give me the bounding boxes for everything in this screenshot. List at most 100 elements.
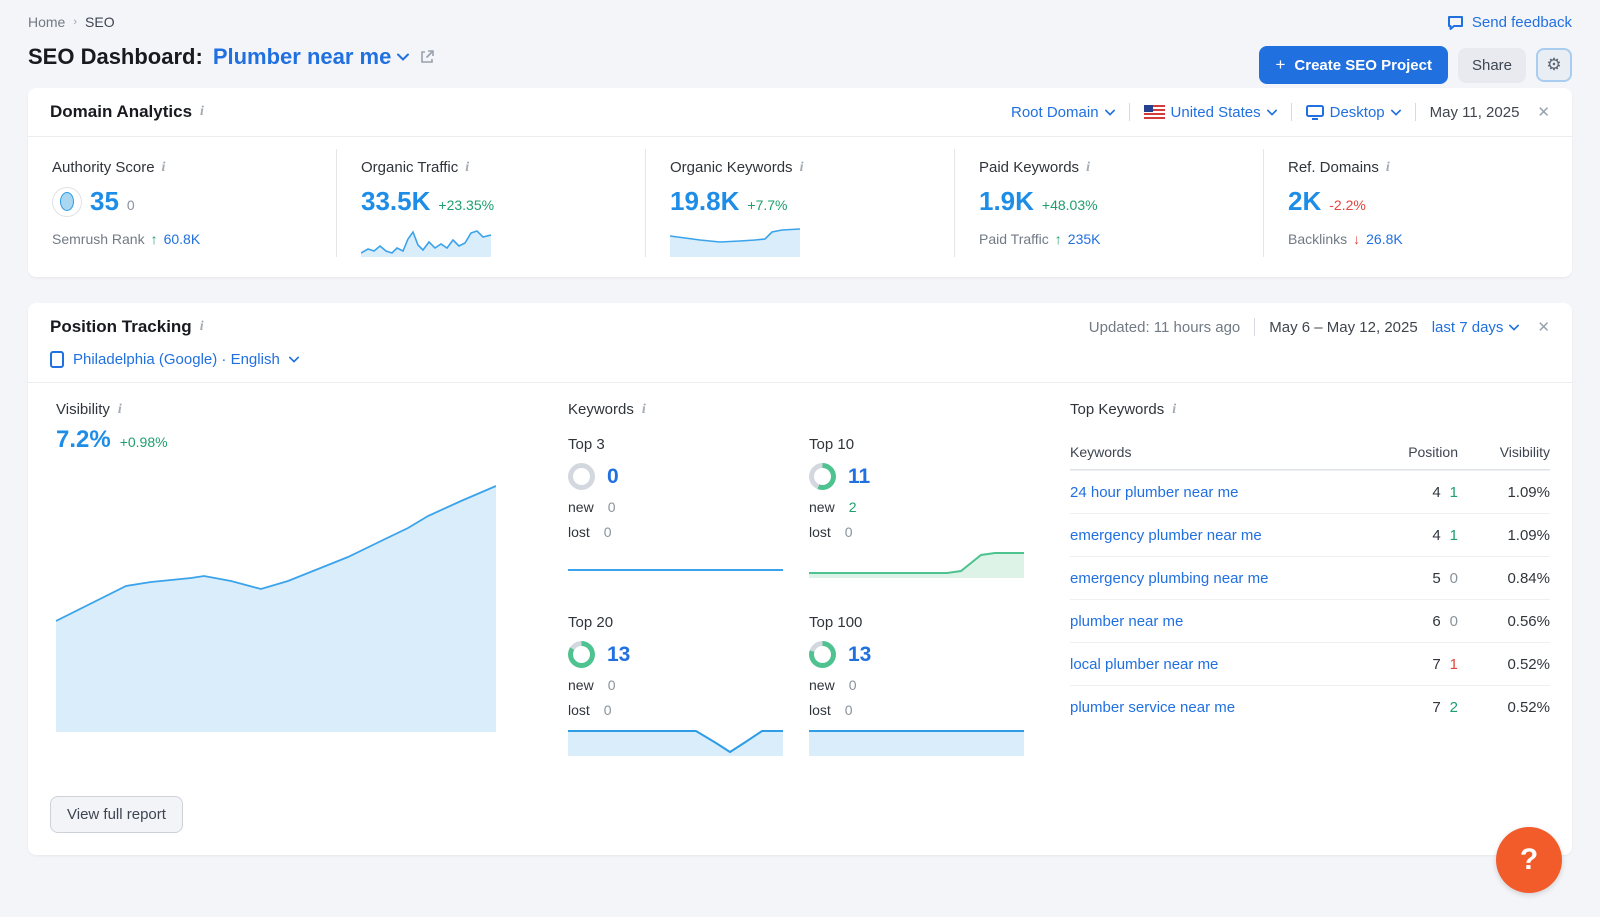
visibility-area-chart <box>56 482 496 732</box>
table-row: emergency plumber near me 41 1.09% <box>1070 513 1550 556</box>
keyword-link[interactable]: emergency plumbing near me <box>1070 570 1268 587</box>
external-link-icon[interactable] <box>419 49 435 65</box>
info-icon[interactable]: i <box>642 402 646 418</box>
table-header: Keywords Position Visibility <box>1070 434 1550 470</box>
project-selector[interactable]: Plumber near me <box>213 44 410 70</box>
chevron-down-icon <box>1509 324 1519 331</box>
bucket-value: 0 <box>607 465 619 489</box>
info-icon[interactable]: i <box>200 104 204 120</box>
desktop-icon <box>1306 105 1324 120</box>
date-range-label: May 6 – May 12, 2025 <box>1269 319 1417 336</box>
info-icon[interactable]: i <box>200 319 204 335</box>
paid-keywords-delta: +48.03% <box>1042 197 1098 213</box>
table-row: plumber service near me 72 0.52% <box>1070 685 1550 728</box>
page-header: Home › SEO Send feedback SEO Dashboard: … <box>0 0 1600 88</box>
gear-icon: ⚙ <box>1546 55 1561 75</box>
keyword-bucket-top3: Top 3 0 new0 lost0 <box>568 436 783 578</box>
date-label: May 11, 2025 <box>1430 104 1520 121</box>
country-select[interactable]: United States <box>1144 104 1277 121</box>
settings-button[interactable]: ⚙ <box>1536 48 1572 82</box>
arrow-up-icon: ↑ <box>151 231 158 247</box>
info-icon[interactable]: i <box>1172 402 1176 418</box>
keyword-link[interactable]: plumber near me <box>1070 613 1183 630</box>
info-icon[interactable]: i <box>1086 160 1090 176</box>
arrow-down-icon: ↓ <box>1353 231 1360 247</box>
view-full-report-button[interactable]: View full report <box>50 796 183 833</box>
metric-organic-traffic: Organic Traffici 33.5K +23.35% <box>336 149 645 257</box>
metric-authority-score: Authority Scorei 35 0 Semrush Rank ↑ 60.… <box>28 149 336 257</box>
table-row: plumber near me 60 0.56% <box>1070 599 1550 642</box>
visibility-section: Visibilityi 7.2% +0.98% <box>56 401 524 756</box>
organic-keywords-sparkline <box>670 225 800 257</box>
paid-keywords-value: 1.9K <box>979 186 1034 217</box>
keywords-section: Keywordsi Top 3 0 new0 lost0 <box>568 401 1026 756</box>
device-select[interactable]: Desktop <box>1306 104 1401 121</box>
authority-value: 35 <box>90 186 119 217</box>
new-count: 0 <box>608 499 616 515</box>
create-seo-project-button[interactable]: + Create SEO Project <box>1259 46 1448 84</box>
metric-ref-domains: Ref. Domainsi 2K -2.2% Backlinks ↓ 26.8K <box>1263 149 1572 257</box>
position-tracking-title: Position Tracking <box>50 317 192 337</box>
authority-sub: 0 <box>127 197 135 213</box>
share-button[interactable]: Share <box>1458 48 1526 83</box>
keyword-link[interactable]: plumber service near me <box>1070 699 1235 716</box>
lost-count: 0 <box>845 702 853 718</box>
help-button[interactable]: ? <box>1496 827 1562 893</box>
organic-traffic-sparkline <box>361 225 491 257</box>
keyword-link[interactable]: local plumber near me <box>1070 656 1218 673</box>
authority-gauge-icon <box>52 187 82 217</box>
question-mark-icon: ? <box>1520 843 1538 877</box>
top10-sparkline <box>809 548 1024 578</box>
info-icon[interactable]: i <box>162 160 166 176</box>
campaign-location-select[interactable]: Philadelphia (Google) · English <box>50 351 1550 368</box>
close-icon[interactable]: ✕ <box>1537 318 1550 336</box>
top-keywords-table: Keywords Position Visibility 24 hour plu… <box>1070 434 1550 728</box>
chevron-down-icon <box>397 53 409 61</box>
position-change: 1 <box>1450 656 1458 673</box>
info-icon[interactable]: i <box>800 160 804 176</box>
keyword-link[interactable]: 24 hour plumber near me <box>1070 484 1238 501</box>
bucket-value: 13 <box>607 643 630 667</box>
mobile-device-icon <box>50 351 64 368</box>
keyword-link[interactable]: emergency plumber near me <box>1070 527 1262 544</box>
arrow-up-icon: ↑ <box>1055 231 1062 247</box>
semrush-rank-link[interactable]: 60.8K <box>164 231 201 247</box>
chevron-right-icon: › <box>73 16 77 28</box>
ref-domains-value: 2K <box>1288 186 1321 217</box>
breadcrumb-seo: SEO <box>85 14 115 30</box>
chevron-down-icon <box>289 356 299 363</box>
range-select[interactable]: last 7 days <box>1432 319 1520 336</box>
info-icon[interactable]: i <box>118 402 122 418</box>
close-icon[interactable]: ✕ <box>1537 103 1550 121</box>
info-icon[interactable]: i <box>1386 160 1390 176</box>
info-icon[interactable]: i <box>465 160 469 176</box>
plus-icon: + <box>1275 55 1285 75</box>
metric-organic-keywords: Organic Keywordsi 19.8K +7.7% <box>645 149 954 257</box>
position-change: 2 <box>1450 699 1458 716</box>
top-keywords-section: Top Keywordsi Keywords Position Visibili… <box>1070 401 1550 756</box>
us-flag-icon <box>1144 105 1165 119</box>
root-domain-select[interactable]: Root Domain <box>1011 104 1115 121</box>
metric-paid-keywords: Paid Keywordsi 1.9K +48.03% Paid Traffic… <box>954 149 1263 257</box>
organic-traffic-value: 33.5K <box>361 186 430 217</box>
new-count: 2 <box>849 499 857 515</box>
breadcrumb-home[interactable]: Home <box>28 14 65 30</box>
bucket-value: 13 <box>848 643 871 667</box>
breadcrumb: Home › SEO <box>28 14 1572 30</box>
paid-traffic-link[interactable]: 235K <box>1068 231 1101 247</box>
position-change: 0 <box>1450 570 1458 587</box>
organic-keywords-value: 19.8K <box>670 186 739 217</box>
chevron-down-icon <box>1105 109 1115 116</box>
ref-domains-delta: -2.2% <box>1329 197 1366 213</box>
updated-label: Updated: 11 hours ago <box>1089 319 1241 336</box>
visibility-value: 7.2% <box>56 426 111 454</box>
send-feedback-link[interactable]: Send feedback <box>1447 14 1572 31</box>
backlinks-link[interactable]: 26.8K <box>1366 231 1403 247</box>
lost-count: 0 <box>845 524 853 540</box>
organic-keywords-delta: +7.7% <box>747 197 787 213</box>
top3-sparkline <box>568 568 783 574</box>
position-change: 0 <box>1450 613 1458 630</box>
lost-count: 0 <box>604 702 612 718</box>
keyword-bucket-top100: Top 100 13 new0 lost0 <box>809 614 1024 756</box>
donut-chart <box>809 641 836 668</box>
